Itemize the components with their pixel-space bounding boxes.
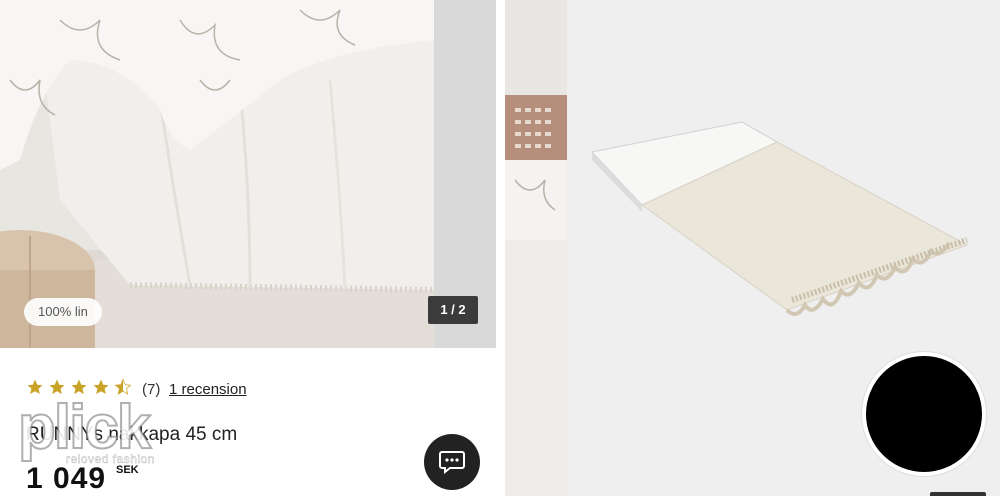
bottom-indicator bbox=[930, 492, 986, 496]
product-title: RUNNYs nakkapa 45 cm bbox=[26, 424, 238, 445]
star-half-icon bbox=[114, 378, 132, 395]
review-link[interactable]: 1 recension bbox=[169, 381, 247, 398]
chat-button[interactable] bbox=[424, 434, 480, 490]
star-icon bbox=[49, 379, 65, 395]
material-badge: 100% lin bbox=[24, 298, 102, 326]
black-circle-overlay bbox=[862, 352, 986, 476]
rating-count: (7) bbox=[142, 381, 161, 398]
product-listing-panel: 100% lin 1 / 2 (7) 1 recension RUNNYs na… bbox=[0, 0, 496, 496]
star-icon bbox=[93, 379, 109, 395]
rating-stars bbox=[26, 378, 132, 396]
product-price: 1 049 bbox=[26, 462, 107, 495]
image-counter: 1 / 2 bbox=[428, 296, 478, 324]
bedroom-photo-slice bbox=[505, 0, 567, 496]
chat-bubble-icon bbox=[439, 451, 465, 474]
star-icon bbox=[27, 379, 43, 395]
product-photo-bed-skirt[interactable] bbox=[0, 0, 434, 348]
price-currency: SEK bbox=[116, 464, 139, 476]
star-icon bbox=[71, 379, 87, 395]
